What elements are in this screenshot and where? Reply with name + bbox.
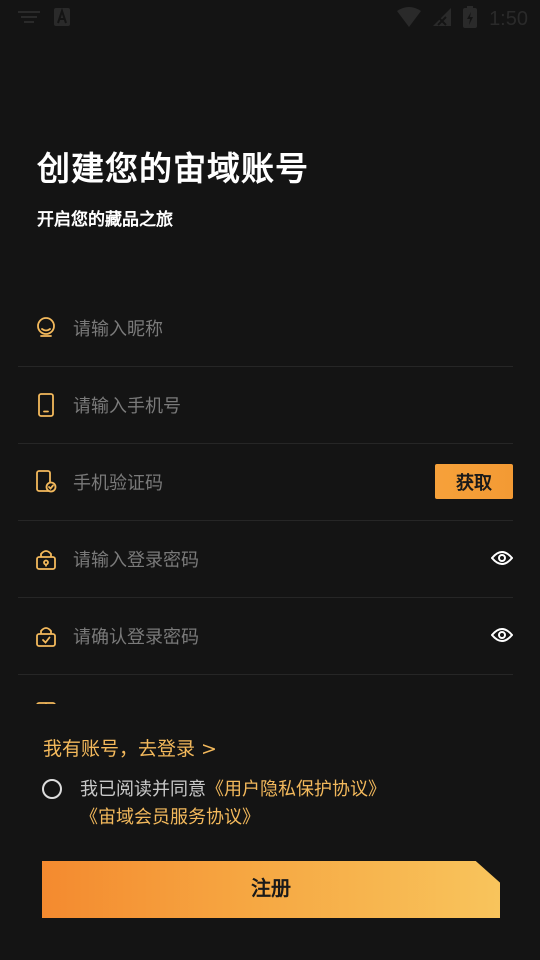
password-field[interactable]: 请输入登录密码 (18, 521, 513, 598)
clipped-extra-field (18, 675, 513, 704)
agree-prefix: 我已阅读并同意 (80, 779, 206, 800)
service-agreement-link[interactable]: 《宙域会员服务协议》 (80, 807, 260, 828)
sms-verify-icon (34, 470, 58, 494)
user-icon (34, 316, 58, 340)
form-field-icon (34, 701, 58, 704)
app-a-icon (54, 7, 70, 30)
show-confirm-password-eye-icon[interactable] (491, 624, 513, 646)
sms-code-input[interactable]: 手机验证码 (73, 469, 163, 495)
lock-check-icon (34, 624, 58, 648)
confirm-password-input[interactable]: 请确认登录密码 (73, 623, 199, 649)
phone-input[interactable]: 请输入手机号 (73, 392, 181, 418)
signal-icon (433, 8, 452, 30)
phone-field[interactable]: 请输入手机号 (18, 367, 513, 444)
get-code-button[interactable]: 获取 (435, 464, 513, 499)
lock-icon (34, 547, 58, 571)
confirm-password-field[interactable]: 请确认登录密码 (18, 598, 513, 675)
register-button-label: 注册 (251, 876, 291, 900)
password-input[interactable]: 请输入登录密码 (73, 546, 199, 572)
privacy-policy-link[interactable]: 《用户隐私保护协议》 (206, 779, 386, 800)
notification-icon (18, 9, 40, 29)
nickname-field[interactable]: 请输入昵称 (18, 290, 513, 367)
battery-icon (463, 6, 478, 32)
phone-icon (34, 393, 58, 417)
page-subtitle: 开启您的藏品之旅 (37, 210, 173, 230)
status-time: 1:50 (489, 7, 528, 30)
agreement: 我已阅读并同意《用户隐私保护协议》 《宙域会员服务协议》 (42, 776, 502, 832)
sms-code-field[interactable]: 手机验证码 获取 (18, 444, 513, 521)
register-button[interactable]: 注册 (42, 861, 500, 918)
page-title: 创建您的宙域账号 (37, 149, 309, 188)
nickname-input[interactable]: 请输入昵称 (73, 315, 163, 341)
wifi-icon (397, 7, 422, 31)
go-login-link[interactable]: 我有账号，去登录 > (43, 734, 217, 761)
show-password-eye-icon[interactable] (491, 547, 513, 569)
agree-radio[interactable] (42, 779, 62, 799)
status-bar: 1:50 (0, 0, 540, 36)
register-form: 请输入昵称 请输入手机号 手机验证码 获取 请输入登录密码 请确认登录密码 (18, 290, 513, 704)
